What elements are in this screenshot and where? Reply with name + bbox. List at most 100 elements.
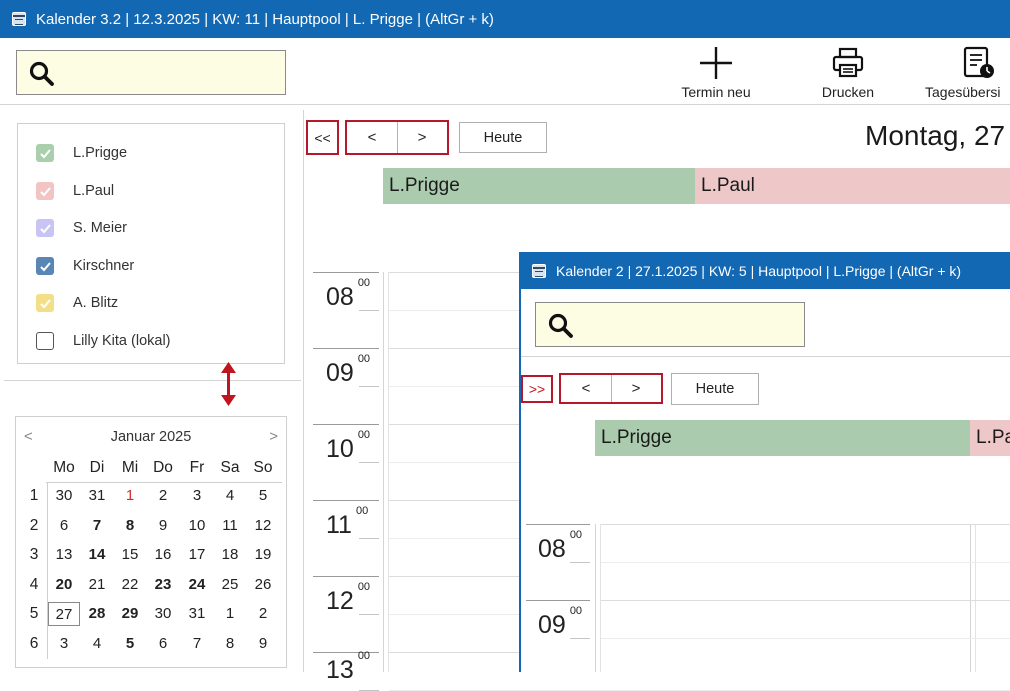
mini-calendar-day[interactable]: 20	[48, 573, 80, 597]
weekday-label: Di	[89, 459, 105, 476]
second-calendar-window[interactable]: Kalender 2 | 27.1.2025 | KW: 5 | Hauptpo…	[519, 252, 1010, 672]
checkbox-checked-icon[interactable]	[36, 257, 54, 275]
calendar-item-lpaul[interactable]: L.Paul	[36, 182, 114, 200]
hour-tick-line	[313, 500, 379, 501]
week-number[interactable]: 6	[24, 635, 44, 653]
mini-calendar-day[interactable]: 3	[48, 632, 80, 656]
next-day-button[interactable]: >	[398, 122, 446, 153]
hour-label-08: 0800	[326, 277, 370, 312]
mini-calendar-day[interactable]: 19	[247, 543, 279, 567]
mini-calendar-day[interactable]: 2	[247, 602, 279, 626]
mini-calendar-day[interactable]: 14	[81, 543, 113, 567]
day-overview-button[interactable]: Tagesübersi	[922, 44, 1010, 100]
calendar-item-lprigge[interactable]: L.Prigge	[36, 144, 127, 162]
minute-value: 00	[569, 604, 583, 617]
mini-calendar-day[interactable]: 30	[48, 484, 80, 508]
mini-calendar-day[interactable]: 8	[214, 632, 246, 656]
mini-calendar-day[interactable]: 1	[214, 602, 246, 626]
mini-calendar-day[interactable]: 18	[214, 543, 246, 567]
print-button[interactable]: Drucken	[808, 44, 888, 100]
prev-day-button[interactable]: <	[347, 122, 397, 153]
calendar-item-kirschner[interactable]: Kirschner	[36, 257, 134, 275]
day-overview-label: Tagesübersi	[925, 84, 1001, 100]
week-number[interactable]: 2	[24, 517, 44, 535]
second-hour-label-08: 0800	[538, 529, 582, 564]
mini-calendar-day[interactable]: 30	[147, 602, 179, 626]
resource-header-lprigge[interactable]: L.Prigge	[383, 168, 695, 204]
hour-tick-line	[526, 524, 590, 525]
jump-back-label: <<	[314, 129, 331, 146]
week-number[interactable]: 3	[24, 546, 44, 564]
checkbox-checked-icon[interactable]	[36, 182, 54, 200]
mini-calendar-day[interactable]: 2	[147, 484, 179, 508]
calendar-filter-list: L.Prigge L.Paul S. Meier Kirschner A. Bl…	[17, 123, 285, 364]
mini-calendar-day[interactable]: 31	[81, 484, 113, 508]
mini-calendar-day[interactable]: 9	[147, 514, 179, 538]
mini-calendar-day[interactable]: 7	[81, 514, 113, 538]
mini-calendar-day[interactable]: 5	[247, 484, 279, 508]
mini-calendar-day[interactable]: 9	[247, 632, 279, 656]
mini-calendar-day[interactable]: 6	[147, 632, 179, 656]
mini-calendar-day[interactable]: 12	[247, 514, 279, 538]
mini-calendar-day[interactable]: 31	[181, 602, 213, 626]
mini-calendar-day[interactable]: 4	[214, 484, 246, 508]
mini-calendar-day-today[interactable]: 27	[48, 602, 80, 626]
second-resource-header-lpaul[interactable]: L.Pa	[970, 420, 1010, 456]
mini-calendar-day[interactable]: 8	[114, 514, 146, 538]
second-window-title: Kalender 2 | 27.1.2025 | KW: 5 | Hauptpo…	[556, 262, 962, 279]
mini-calendar-day[interactable]: 25	[214, 573, 246, 597]
mini-calendar-day[interactable]: 10	[181, 514, 213, 538]
weekday-label: Mi	[121, 459, 139, 476]
mini-calendar-day[interactable]: 7	[181, 632, 213, 656]
mini-calendar-day[interactable]: 24	[181, 573, 213, 597]
today-button[interactable]: Heute	[459, 122, 547, 153]
week-number[interactable]: 5	[24, 605, 44, 623]
hour-tick-line	[313, 424, 379, 425]
mini-calendar-day[interactable]: 5	[114, 632, 146, 656]
mini-calendar-day[interactable]: 6	[48, 514, 80, 538]
jump-back-button[interactable]: <<	[306, 120, 339, 155]
second-today-button[interactable]: Heute	[671, 373, 759, 405]
calendar-item-smeier[interactable]: S. Meier	[36, 219, 127, 237]
resize-arrow-icon[interactable]	[220, 362, 237, 406]
checkbox-checked-icon[interactable]	[36, 294, 54, 312]
mini-calendar-day[interactable]: 3	[181, 484, 213, 508]
mini-calendar-next-button[interactable]: >	[269, 428, 278, 445]
hour-value: 09	[326, 359, 354, 387]
second-window-search-input[interactable]	[535, 302, 805, 347]
calendar-item-ablitz[interactable]: A. Blitz	[36, 294, 118, 312]
mini-calendar-day[interactable]: 4	[81, 632, 113, 656]
mini-calendar-day[interactable]: 11	[214, 514, 246, 538]
checkbox-checked-icon[interactable]	[36, 219, 54, 237]
mini-calendar-day[interactable]: 29	[114, 602, 146, 626]
mini-calendar-day[interactable]: 21	[81, 573, 113, 597]
search-icon	[29, 61, 54, 86]
mini-calendar-day[interactable]: 1	[114, 484, 146, 508]
toolbar-divider	[0, 104, 1010, 105]
mini-calendar-day[interactable]: 23	[147, 573, 179, 597]
calendar-item-lilly-kita[interactable]: Lilly Kita (lokal)	[36, 332, 171, 350]
mini-calendar-day[interactable]: 16	[147, 543, 179, 567]
new-appointment-label: Termin neu	[681, 84, 751, 100]
week-number[interactable]: 1	[24, 487, 44, 505]
mini-calendar-day[interactable]: 22	[114, 573, 146, 597]
search-input[interactable]	[16, 50, 286, 95]
jump-forward-button[interactable]: >>	[521, 375, 553, 403]
mini-calendar-day[interactable]: 15	[114, 543, 146, 567]
checkbox-unchecked-icon[interactable]	[36, 332, 54, 350]
mini-calendar-day[interactable]: 13	[48, 543, 80, 567]
title-bar: Kalender 3.2 | 12.3.2025 | KW: 11 | Haup…	[0, 0, 1010, 38]
hour-value: 08	[538, 535, 566, 563]
resource-header-lpaul[interactable]: L.Paul	[695, 168, 1010, 204]
mini-calendar-day[interactable]: 26	[247, 573, 279, 597]
weekday-label: Mo	[53, 459, 75, 476]
hour-value: 10	[326, 435, 354, 463]
second-prev-day-button[interactable]: <	[561, 375, 611, 402]
second-resource-header-lprigge[interactable]: L.Prigge	[595, 420, 970, 456]
checkbox-checked-icon[interactable]	[36, 144, 54, 162]
new-appointment-button[interactable]: Termin neu	[672, 44, 760, 100]
week-number[interactable]: 4	[24, 576, 44, 594]
mini-calendar-day[interactable]: 17	[181, 543, 213, 567]
mini-calendar-day[interactable]: 28	[81, 602, 113, 626]
second-next-day-button[interactable]: >	[612, 375, 660, 402]
